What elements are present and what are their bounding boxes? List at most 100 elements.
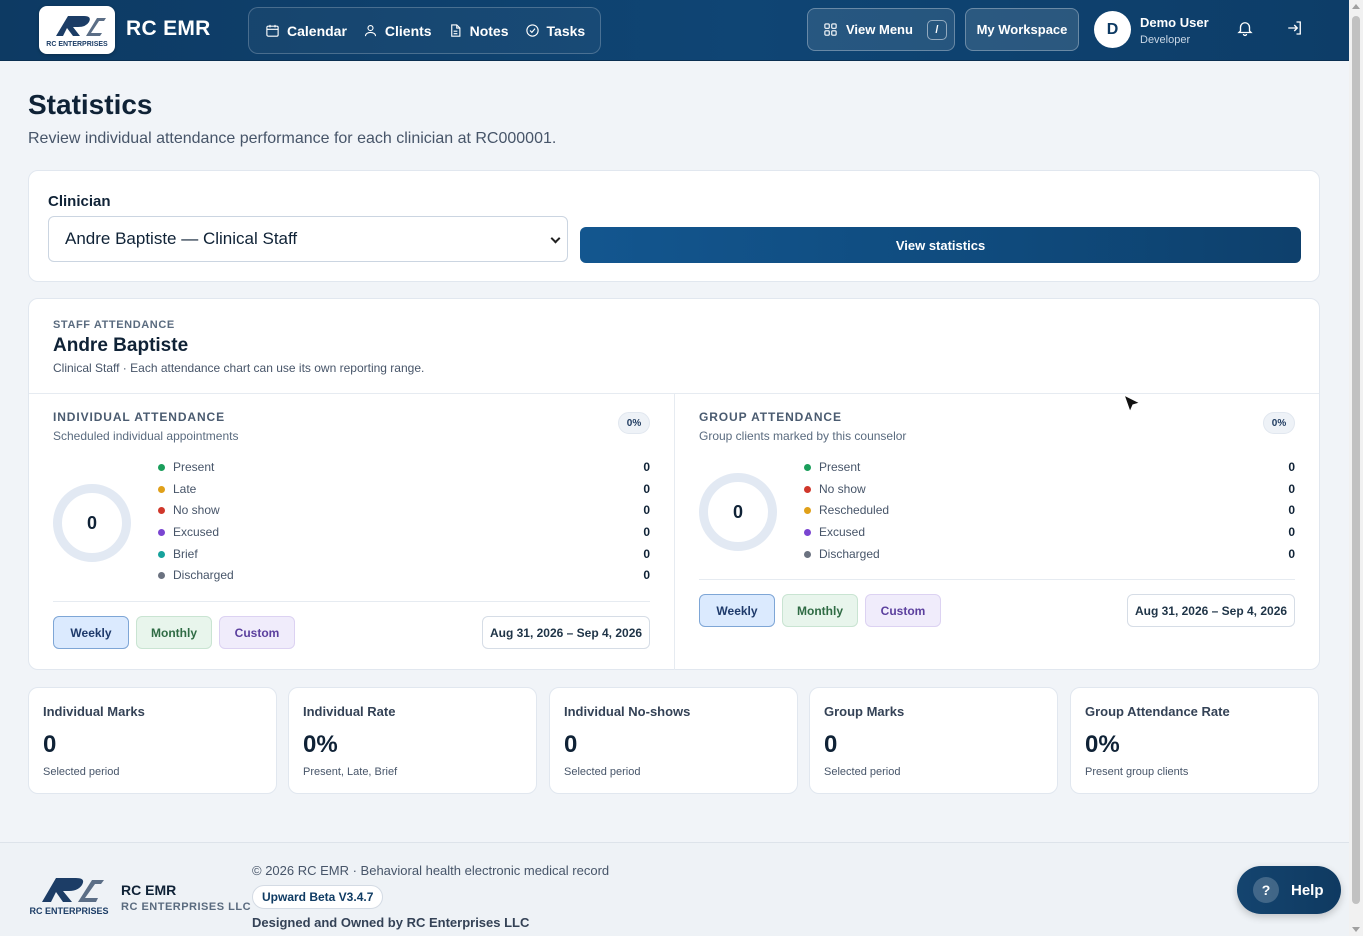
legend-label: Discharged [173,568,234,582]
divider [699,579,1295,580]
metric-card-individual-rate: Individual Rate 0% Present, Late, Brief [288,687,537,794]
metric-value: 0 [43,731,57,758]
date-range-field[interactable]: Aug 31, 2026 – Sep 4, 2026 [482,616,650,649]
footer-copyright: © 2026 RC EMR · Behavioral health electr… [252,863,610,878]
legend-item: Present 0 [804,460,1295,476]
view-menu-button[interactable]: View Menu / [807,8,955,51]
range-weekly-button[interactable]: Weekly [699,594,775,627]
metric-label: Group Attendance Rate [1085,704,1230,719]
legend-value: 0 [643,547,650,561]
legend-label: Present [819,460,861,474]
nav-clients[interactable]: Clients [359,8,444,53]
primary-nav: Calendar Clients Notes Tasks [248,7,601,54]
metric-note: Present group clients [1085,766,1189,778]
legend-dot [804,507,811,514]
footer-owned-by: Designed and Owned by RC Enterprises LLC [252,915,530,930]
metric-note: Selected period [43,766,120,778]
avatar[interactable]: D [1094,11,1131,48]
range-monthly-button[interactable]: Monthly [136,616,212,649]
metric-label: Individual Marks [43,704,145,719]
nav-notes[interactable]: Notes [444,8,521,53]
legend-label: Late [173,482,197,496]
metric-note: Present, Late, Brief [303,766,398,778]
legend-dot [158,507,165,514]
calendar-icon [266,24,279,37]
range-custom-button[interactable]: Custom [865,594,941,627]
app-logo[interactable]: RC ENTERPRISES [39,6,115,54]
range-monthly-button[interactable]: Monthly [782,594,858,627]
metric-value: 0% [303,731,338,758]
metric-card-group-attendance-rate: Group Attendance Rate 0% Present group c… [1070,687,1319,794]
metric-card-group-marks: Group Marks 0 Selected period [809,687,1058,794]
nav-calendar[interactable]: Calendar [261,8,359,53]
nav-notes-label: Notes [469,22,509,39]
legend-value: 0 [643,525,650,539]
attendance-donut-chart: 0 [53,484,131,562]
legend-value: 0 [643,503,650,517]
legend-dot [158,551,165,558]
chevron-down-icon [550,233,561,244]
my-workspace-button[interactable]: My Workspace [965,8,1079,51]
scroll-up-icon[interactable] [1352,4,1360,9]
legend-label: Excused [173,525,220,539]
metric-value: 0 [824,731,838,758]
logout-button[interactable] [1286,19,1306,39]
legend-value: 0 [643,482,650,496]
range-custom-button[interactable]: Custom [219,616,295,649]
nav-calendar-label: Calendar [287,22,347,39]
rc-logo-icon: RC ENTERPRISES [46,16,108,48]
user-icon [364,24,376,37]
legend-label: Discharged [819,547,880,561]
legend-value: 0 [1288,482,1295,496]
mouse-cursor-icon [1122,393,1142,414]
view-statistics-button[interactable]: View statistics [580,227,1301,263]
grid-icon [824,23,837,36]
page-subtitle: Review individual attendance performance… [28,130,557,147]
legend-dot [804,529,811,536]
svg-text:RC ENTERPRISES: RC ENTERPRISES [46,41,108,48]
legend-item: Excused 0 [804,525,1295,541]
keyboard-shortcut-badge: / [926,19,947,40]
user-role: Developer [1140,34,1191,46]
clinician-select[interactable]: Andre Baptiste — Clinical Staff [48,216,568,262]
legend-item: Late 0 [158,482,650,498]
question-icon: ? [1253,877,1279,903]
legend-value: 0 [643,460,650,474]
version-badge[interactable]: Upward Beta V3.4.7 [252,885,384,909]
section-eyebrow: STAFF ATTENDANCE [53,319,175,331]
range-weekly-button[interactable]: Weekly [53,616,129,649]
staff-name: Andre Baptiste [53,335,189,356]
logout-icon [1288,21,1301,35]
metric-value: 0% [1085,731,1120,758]
legend-dot [158,572,165,579]
footer-brand: RC EMR [121,882,177,898]
metric-card-individual-marks: Individual Marks 0 Selected period [28,687,277,794]
date-range-field[interactable]: Aug 31, 2026 – Sep 4, 2026 [1127,594,1295,627]
legend-dot [158,486,165,493]
scroll-down-icon[interactable] [1352,927,1360,932]
nav-tasks[interactable]: Tasks [521,8,598,53]
legend-item: Present 0 [158,460,650,476]
metric-card-individual-no-shows: Individual No-shows 0 Selected period [549,687,798,794]
clinician-filter-card: Clinician Andre Baptiste — Clinical Staf… [28,170,1320,282]
legend-value: 0 [1288,503,1295,517]
divider [53,601,650,602]
legend-label: Brief [173,547,198,561]
individual-attendance-panel: INDIVIDUAL ATTENDANCE Scheduled individu… [29,394,674,670]
metric-note: Selected period [824,766,901,778]
legend-label: No show [819,482,866,496]
scrollbar-thumb[interactable] [1352,16,1360,904]
legend-dot [804,464,811,471]
legend-item: Excused 0 [158,525,650,541]
page-scrollbar[interactable] [1349,0,1363,936]
metric-value: 0 [564,731,578,758]
top-navbar: RC ENTERPRISES RC EMR Calendar Clients N… [0,0,1349,61]
legend-item: Discharged 0 [158,568,650,584]
view-menu-label: View Menu [846,22,913,37]
legend-value: 0 [643,568,650,582]
help-button[interactable]: ? Help [1237,866,1341,914]
legend-dot [158,464,165,471]
notifications-button[interactable] [1236,19,1256,39]
footer: RC ENTERPRISES RC EMR RC ENTERPRISES LLC… [0,842,1349,936]
metric-label: Individual No-shows [564,704,691,719]
